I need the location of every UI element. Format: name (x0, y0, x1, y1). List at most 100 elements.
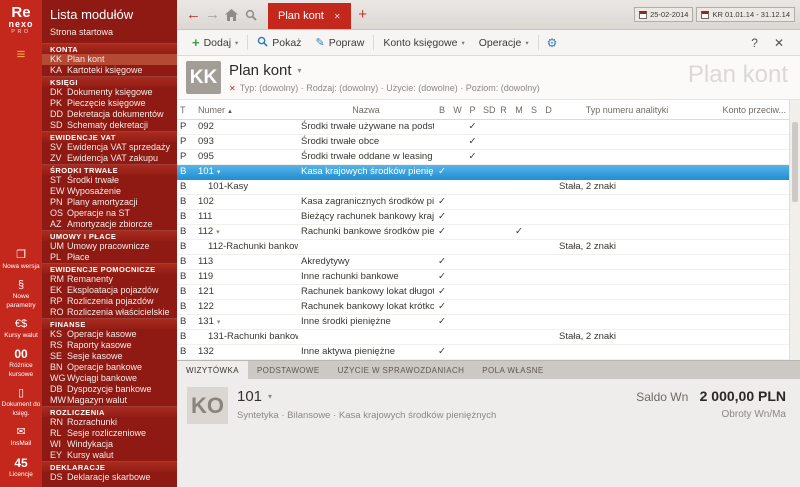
strip-item-nowe-parametry[interactable]: §Nowe parametry (0, 279, 42, 310)
sidebar-item-rp[interactable]: RPRozliczenia pojazdów (42, 296, 177, 307)
search-button[interactable] (241, 9, 260, 21)
column-header-t[interactable]: T (177, 105, 195, 115)
table-row[interactable]: P093Środki trwałe obce✓ (177, 135, 800, 150)
vertical-scrollbar[interactable] (789, 100, 800, 360)
expand-caret-icon[interactable]: ▾ (216, 229, 220, 236)
strip-item-licencje[interactable]: 45Licencje (0, 457, 42, 479)
sidebar-item-rl[interactable]: RLSesje rozliczeniowe (42, 428, 177, 439)
table-row[interactable]: B112▾Rachunki bankowe środków pieniężn..… (177, 225, 800, 240)
column-header-b[interactable]: B (434, 105, 450, 115)
strip-item-roznice-kursowe[interactable]: 00Różnice kursowe (0, 348, 42, 379)
strip-item-nowa-wersja[interactable]: ❐Nowa wersja (0, 249, 42, 271)
back-button[interactable]: ← (184, 6, 203, 23)
bottom-tab[interactable]: WIZYTÓWKA (177, 361, 248, 379)
sidebar-item-ks[interactable]: KSOperacje kasowe (42, 329, 177, 340)
sidebar-item-wi[interactable]: WIWindykacja (42, 439, 177, 450)
table-row[interactable]: B131▾Inne środki pieniężne✓ (177, 315, 800, 330)
sidebar-item-rn[interactable]: RNRozrachunki (42, 417, 177, 428)
gear-icon[interactable]: ⚙ (541, 36, 564, 50)
table-row[interactable]: P092Środki trwałe używane na podstawie..… (177, 120, 800, 135)
tab-close-icon[interactable]: ✕ (334, 12, 341, 21)
close-view-button[interactable]: ✕ (774, 36, 784, 50)
table-row[interactable]: B112-Rachunki bankoweStała, 2 znaki (177, 240, 800, 255)
detail-account-number[interactable]: 101 ▾ (237, 388, 496, 405)
column-header-typ[interactable]: Typ numeru analityki (556, 105, 698, 115)
sidebar-item-mw[interactable]: MWMagazyn walut (42, 395, 177, 406)
clear-filter-icon[interactable]: ✕ (229, 84, 236, 93)
sidebar-item-wg[interactable]: WGWyciągi bankowe (42, 373, 177, 384)
sidebar-item-pn[interactable]: PNPlany amortyzacji (42, 197, 177, 208)
table-row[interactable]: B122Rachunek bankowy lokat krótkoterm...… (177, 300, 800, 315)
column-header-konto[interactable]: Konto przeciw... (698, 105, 789, 115)
sidebar-item-ka[interactable]: KAKartoteki księgowe (42, 65, 177, 76)
filter-summary[interactable]: ✕ Typ: (dowolny) · Rodzaj: (dowolny) · U… (229, 83, 540, 93)
strip-item-kursy-walut[interactable]: €$Kursy walut (0, 318, 42, 340)
bottom-tab[interactable]: POLA WŁASNE (473, 361, 552, 379)
operacje-menu[interactable]: Operacje ▾ (472, 30, 536, 55)
tab-plan-kont[interactable]: Plan kont ✕ (268, 3, 351, 29)
sidebar-item-pk[interactable]: PKPieczęcie księgowe (42, 98, 177, 109)
strip-item-dokument-do-ksieg[interactable]: ▯Dokument do księg. (0, 387, 42, 418)
table-row[interactable]: B121Rachunek bankowy lokat długotermi...… (177, 285, 800, 300)
forward-button[interactable]: → (203, 6, 222, 23)
strip-item-insmail[interactable]: ✉InsMail (0, 426, 42, 448)
sidebar-item-ey[interactable]: EYKursy walut (42, 450, 177, 461)
sidebar-item-bn[interactable]: BNOperacje bankowe (42, 362, 177, 373)
scrollbar-thumb[interactable] (792, 122, 798, 202)
sidebar-item-zv[interactable]: ZVEwidencja VAT zakupu (42, 153, 177, 164)
table-row[interactable]: P095Środki trwałe oddane w leasing finan… (177, 150, 800, 165)
sidebar-item-ew[interactable]: EWWyposażenie (42, 186, 177, 197)
column-header-r[interactable]: R (496, 105, 511, 115)
page-title[interactable]: Plan kont ▾ (229, 62, 540, 79)
add-button[interactable]: + Dodaj ▾ (185, 30, 245, 55)
table-row[interactable]: B132Inne aktywa pieniężne✓ (177, 345, 800, 360)
column-header-p[interactable]: P (465, 105, 480, 115)
sidebar-item-rs[interactable]: RSRaporty kasowe (42, 340, 177, 351)
konto-ksiegowe-menu[interactable]: Konto księgowe ▾ (376, 30, 471, 55)
current-date-selector[interactable]: 25-02-2014 (634, 7, 693, 22)
table-row[interactable]: B101-KasyStała, 2 znaki (177, 180, 800, 195)
table-row[interactable]: B102Kasa zagranicznych środków pienięż..… (177, 195, 800, 210)
show-button[interactable]: Pokaż (250, 30, 308, 55)
edit-button[interactable]: ✎ Popraw (308, 30, 371, 55)
sidebar-item-az[interactable]: AZAmortyzacje zbiorcze (42, 219, 177, 230)
accounting-period-selector[interactable]: KR 01.01.14 - 31.12.14 (696, 7, 795, 22)
table-row[interactable]: B119Inne rachunki bankowe✓ (177, 270, 800, 285)
column-header-sd[interactable]: SD (480, 105, 496, 115)
column-header-d[interactable]: D (541, 105, 556, 115)
bottom-tab[interactable]: UŻYCIE W SPRAWOZDANIACH (329, 361, 474, 379)
bottom-tab[interactable]: PODSTAWOWE (248, 361, 329, 379)
sidebar-item-db[interactable]: DBDyspozycje bankowe (42, 384, 177, 395)
column-header-w[interactable]: W (450, 105, 465, 115)
hamburger-menu-icon[interactable]: ≡ (17, 46, 26, 63)
sidebar-item-strona-startowa[interactable]: Strona startowa (42, 25, 177, 43)
sidebar-item-os[interactable]: OSOperacje na ST (42, 208, 177, 219)
table-row[interactable]: B111Bieżący rachunek bankowy krajowyc...… (177, 210, 800, 225)
help-button[interactable]: ? (751, 36, 758, 50)
sidebar-item-dk[interactable]: DKDokumenty księgowe (42, 87, 177, 98)
sidebar-item-sv[interactable]: SVEwidencja VAT sprzedaży (42, 142, 177, 153)
sidebar-item-se[interactable]: SESesje kasowe (42, 351, 177, 362)
sidebar-item-sd[interactable]: SDSchematy dekretacji (42, 120, 177, 131)
expand-caret-icon[interactable]: ▾ (217, 169, 221, 176)
new-tab-button[interactable]: + (351, 3, 375, 29)
sidebar-item-rm[interactable]: RMRemanenty (42, 274, 177, 285)
sidebar-item-ek[interactable]: EKEksploatacja pojazdów (42, 285, 177, 296)
expand-caret-icon[interactable]: ▾ (217, 319, 221, 326)
sidebar-item-pl[interactable]: PLPłace (42, 252, 177, 263)
sidebar-item-um[interactable]: UMUmowy pracownicze (42, 241, 177, 252)
table-row[interactable]: B113Akredytywy✓ (177, 255, 800, 270)
sidebar-item-st[interactable]: STŚrodki trwałe (42, 175, 177, 186)
column-header-m[interactable]: M (511, 105, 527, 115)
sidebar-section-header: KONTA (42, 43, 177, 54)
sidebar-item-kk[interactable]: KKPlan kont (42, 54, 177, 65)
table-row[interactable]: B131-Rachunki bankoweStała, 2 znaki (177, 330, 800, 345)
sidebar-item-ro[interactable]: RORozliczenia właścicielskie (42, 307, 177, 318)
home-button[interactable] (222, 9, 241, 21)
column-header-nazwa[interactable]: Nazwa (298, 105, 434, 115)
column-header-s[interactable]: S (527, 105, 541, 115)
sidebar-item-dd[interactable]: DDDekretacja dokumentów (42, 109, 177, 120)
sidebar-item-ds[interactable]: DSDeklaracje skarbowe (42, 472, 177, 483)
column-header-numer[interactable]: Numer▲ (195, 105, 298, 115)
table-row[interactable]: B101▾Kasa krajowych środków pieniężnych✓ (177, 165, 800, 180)
